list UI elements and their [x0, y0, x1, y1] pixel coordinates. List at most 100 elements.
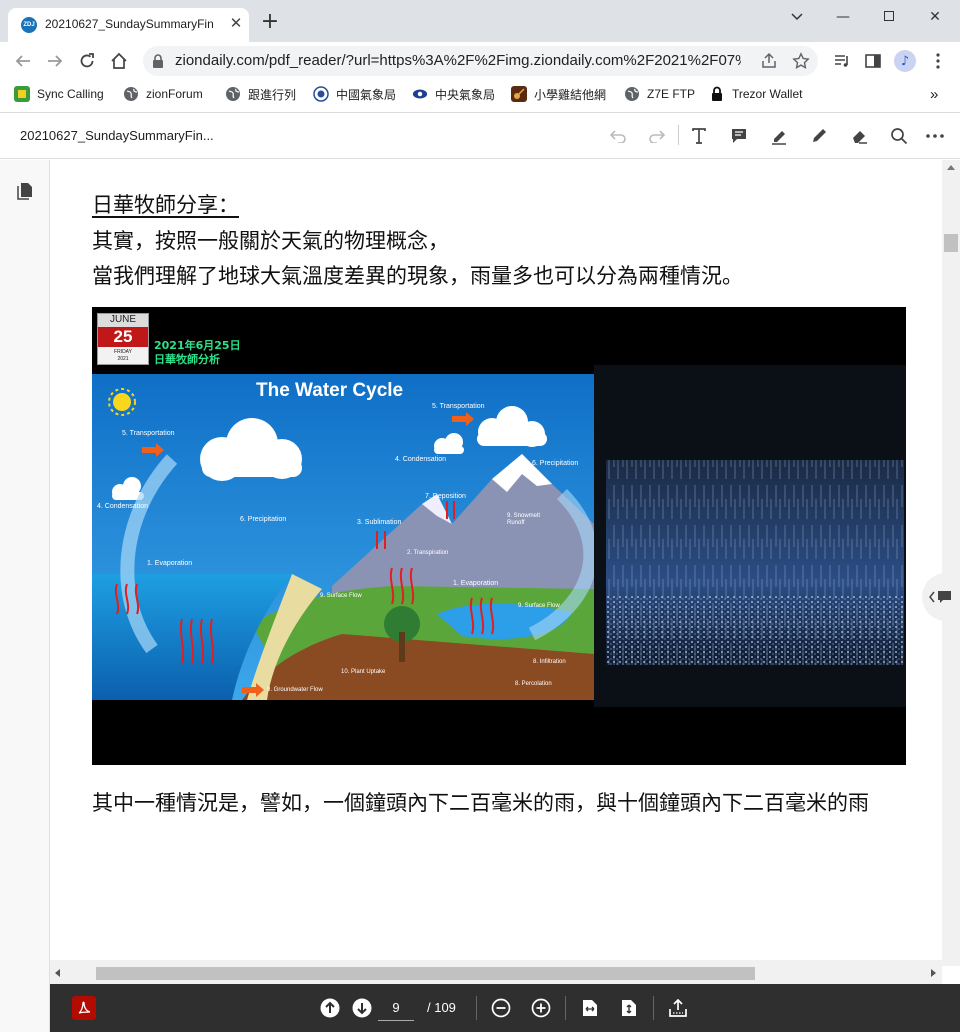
diagram-label: 8. Percolation: [515, 681, 552, 687]
figure-caption: 日華牧師分析: [154, 353, 220, 366]
toolbar-divider: [678, 125, 679, 145]
tab-close-icon[interactable]: ✕: [226, 13, 246, 33]
text-tool-icon[interactable]: [688, 125, 710, 147]
bookmark-guitar[interactable]: 小學雞結他網: [511, 85, 606, 103]
bookmark-label: 小學雞結他網: [534, 87, 607, 102]
undo-icon[interactable]: [607, 125, 629, 147]
bottom-divider: [565, 996, 566, 1020]
horizontal-scrollbar[interactable]: [50, 960, 942, 984]
comment-toggle-icon: [929, 591, 951, 603]
weather-eye-icon: [412, 86, 428, 102]
redo-icon[interactable]: [646, 125, 668, 147]
zoom-out-button[interactable]: [489, 996, 513, 1020]
fit-page-icon[interactable]: [617, 996, 641, 1020]
diagram-label: 10. Plant Uptake: [341, 669, 386, 675]
scroll-up-arrow-icon[interactable]: [947, 165, 955, 170]
diagram-label: 9. Surface Flow: [320, 593, 362, 599]
comment-icon[interactable]: [728, 125, 750, 147]
pdf-sidebar: [0, 160, 50, 1032]
vertical-scroll-thumb[interactable]: [944, 234, 958, 252]
globe-icon: [624, 86, 640, 102]
diagram-label: 1. Evaporation: [453, 580, 499, 587]
paragraph-line: 其實，按照一般關於天氣的物理概念，: [92, 229, 449, 253]
minimize-button[interactable]: —: [820, 4, 866, 30]
bookmark-sync-calling[interactable]: Sync Calling: [14, 85, 104, 103]
diagram-label: 7. Deposition: [425, 493, 466, 500]
close-window-button[interactable]: ✕: [912, 4, 958, 30]
page-number-input[interactable]: 9: [378, 997, 414, 1021]
paragraph-line: 當我們理解了地球大氣溫度差異的現象，雨量多也可以分為兩種情況。: [92, 264, 743, 288]
bookmark-label: Sync Calling: [37, 87, 104, 101]
pdf-bottom-bar: 9 / 109: [50, 984, 960, 1032]
browser-menu-icon[interactable]: [925, 48, 951, 74]
calendar-weekday: FRIDAY: [114, 349, 132, 355]
rain-photo: [594, 365, 906, 707]
tab-search-chevron-icon[interactable]: [774, 4, 820, 30]
pen-icon[interactable]: [808, 125, 830, 147]
bottom-divider: [653, 996, 654, 1020]
globe-icon: [123, 86, 139, 102]
bookmark-cwb[interactable]: 中央氣象局: [412, 85, 495, 103]
reload-button[interactable]: [74, 48, 100, 74]
calendar-month: JUNE: [98, 314, 148, 328]
section-heading: 日華牧師分享：: [92, 193, 239, 217]
diagram-label: 4. Condensation: [395, 456, 446, 463]
bookmark-cma[interactable]: 中國氣象局: [313, 85, 396, 103]
maximize-button[interactable]: [866, 4, 912, 30]
diagram-label: 8. Infiltration: [533, 659, 566, 665]
bookmark-star-icon[interactable]: [792, 52, 810, 74]
bookmark-label: zionForum: [146, 87, 203, 101]
pdf-page: 日華牧師分享： 其實，按照一般關於天氣的物理概念， 當我們理解了地球大氣溫度差異…: [50, 160, 942, 960]
eraser-icon[interactable]: [848, 125, 870, 147]
scroll-left-arrow-icon[interactable]: [55, 969, 60, 977]
fit-width-icon[interactable]: [578, 996, 602, 1020]
home-button[interactable]: [106, 48, 132, 74]
globe-icon: [225, 86, 241, 102]
more-bookmarks-button[interactable]: »: [930, 85, 938, 103]
address-bar[interactable]: ziondaily.com/pdf_reader/?url=https%3A%2…: [143, 46, 818, 76]
diagram-label: 9. Snowmelt Runoff: [507, 513, 541, 526]
weather-icon: [313, 86, 329, 102]
bookmark-label: 中央氣象局: [435, 87, 496, 102]
back-button[interactable]: [10, 48, 36, 74]
side-panel-icon[interactable]: [860, 48, 886, 74]
search-icon[interactable]: [888, 125, 910, 147]
new-tab-button[interactable]: +: [258, 11, 282, 35]
highlighter-icon[interactable]: [768, 125, 790, 147]
profile-avatar[interactable]: ♪: [892, 48, 918, 74]
url-text[interactable]: ziondaily.com/pdf_reader/?url=https%3A%2…: [175, 52, 741, 69]
bookmark-follow-up[interactable]: 跟進行列: [225, 85, 296, 103]
zoom-in-button[interactable]: [529, 996, 553, 1020]
lock-icon: [709, 86, 725, 102]
calendar-icon: JUNE 25 FRIDAY 2021: [97, 313, 149, 365]
more-options-icon[interactable]: [924, 125, 946, 147]
water-cycle-diagram: The Water Cycle 5. Transportation 5. Tra…: [92, 374, 594, 700]
diagram-label: 3. Sublimation: [357, 519, 402, 526]
diagram-label: 1. Evaporation: [147, 560, 193, 567]
bookmark-label: Trezor Wallet: [732, 87, 803, 101]
media-queue-icon[interactable]: [829, 48, 855, 74]
calendar-year: 2021: [117, 356, 129, 362]
horizontal-scroll-thumb[interactable]: [96, 967, 755, 980]
guitar-icon: [511, 86, 527, 102]
page-thumbnails-icon[interactable]: [16, 182, 34, 204]
upload-export-icon[interactable]: [666, 996, 690, 1020]
bookmark-z7e-ftp[interactable]: Z7E FTP: [624, 85, 695, 103]
previous-page-button[interactable]: [318, 996, 342, 1020]
share-icon[interactable]: [760, 52, 778, 74]
bookmark-trezor[interactable]: Trezor Wallet: [709, 85, 802, 103]
scroll-right-arrow-icon[interactable]: [931, 969, 936, 977]
pdf-filename: 20210627_SundaySummaryFin...: [20, 128, 214, 143]
bookmark-label: Z7E FTP: [647, 87, 696, 101]
diagram-label: 6. Precipitation: [532, 460, 579, 467]
lock-icon[interactable]: [152, 53, 164, 72]
forward-button[interactable]: [42, 48, 68, 74]
acrobat-logo-icon[interactable]: [72, 996, 96, 1020]
vertical-scrollbar[interactable]: [942, 160, 960, 966]
water-cycle-figure: JUNE 25 FRIDAY 2021 2021年6月25日 日華牧師分析 Th…: [92, 307, 906, 765]
next-page-button[interactable]: [350, 996, 374, 1020]
browser-tab[interactable]: ZDJ 20210627_SundaySummaryFin ✕: [8, 8, 249, 42]
paragraph-line: 其中一種情況是，譬如，一個鐘頭內下二百毫米的雨，與十個鐘頭內下二百毫米的雨: [92, 791, 869, 815]
calendar-day: 25: [98, 327, 148, 347]
bookmark-zionforum[interactable]: zionForum: [123, 85, 203, 103]
